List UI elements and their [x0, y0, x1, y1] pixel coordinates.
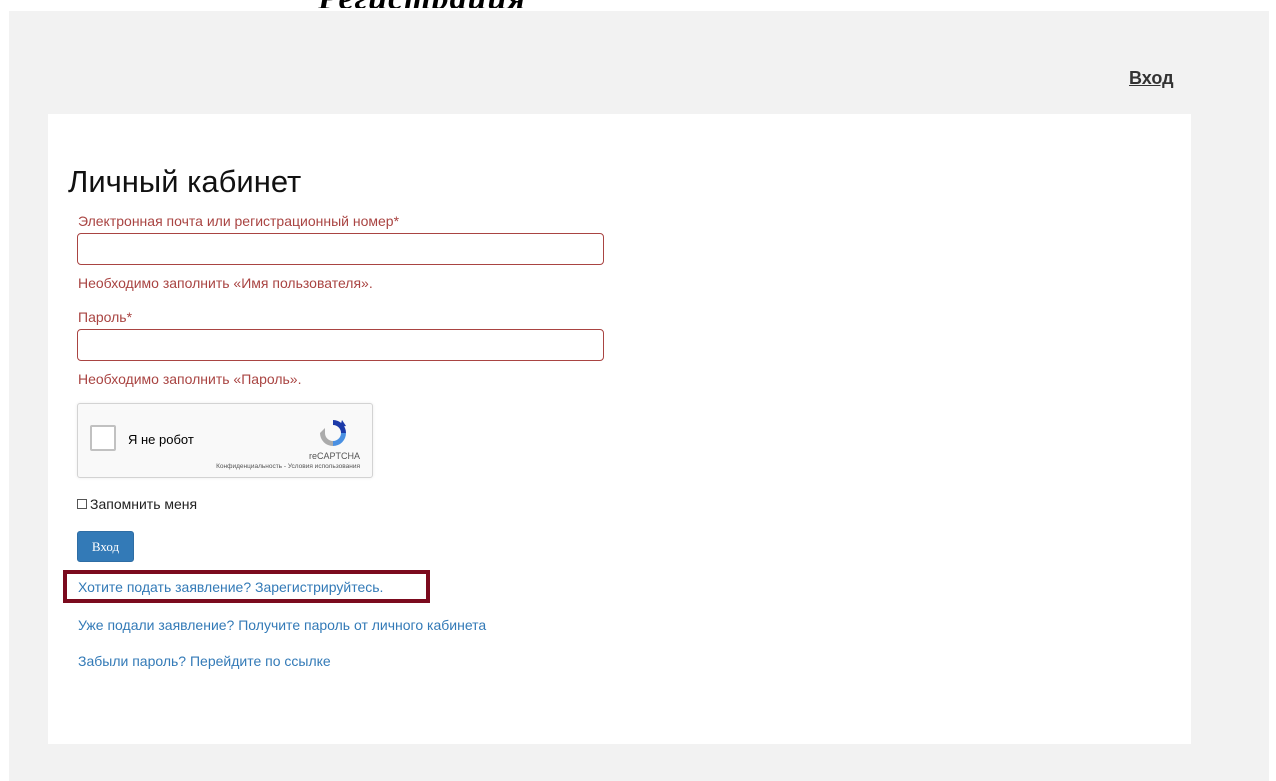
login-card: Личный кабинет Электронная почта или рег…: [48, 114, 1191, 744]
remember-me-label: Запомнить меня: [90, 496, 198, 512]
email-error-text: Необходимо заполнить «Имя пользователя».: [78, 275, 373, 291]
password-error-text: Необходимо заполнить «Пароль».: [78, 371, 302, 387]
recaptcha-label: Я не робот: [128, 432, 194, 447]
email-field-label: Электронная почта или регистрационный но…: [78, 213, 400, 229]
password-field-label: Пароль*: [78, 309, 133, 325]
recaptcha-widget: Я не робот reCAPTCHA Конфиденциальность …: [77, 403, 373, 478]
password-field[interactable]: [77, 329, 604, 361]
email-field[interactable]: [77, 233, 604, 265]
remember-me[interactable]: Запомнить меня: [77, 496, 197, 512]
recaptcha-logo-icon: [320, 420, 346, 446]
register-link[interactable]: Хотите подать заявление? Зарегистрируйте…: [78, 579, 383, 595]
page-title: Личный кабинет: [68, 164, 302, 199]
login-button[interactable]: Вход: [77, 531, 134, 562]
get-password-link[interactable]: Уже подали заявление? Получите пароль от…: [78, 617, 486, 633]
recaptcha-terms[interactable]: Конфиденциальность - Условия использован…: [216, 463, 360, 470]
recaptcha-brand: reCAPTCHA: [308, 451, 360, 461]
forgot-password-link[interactable]: Забыли пароль? Перейдите по ссылке: [78, 653, 331, 669]
header-login-link[interactable]: Вход: [1129, 68, 1174, 89]
recaptcha-checkbox[interactable]: [90, 425, 116, 451]
page-heading-partial: Регистрация: [318, 0, 526, 8]
remember-me-checkbox[interactable]: [77, 499, 87, 509]
